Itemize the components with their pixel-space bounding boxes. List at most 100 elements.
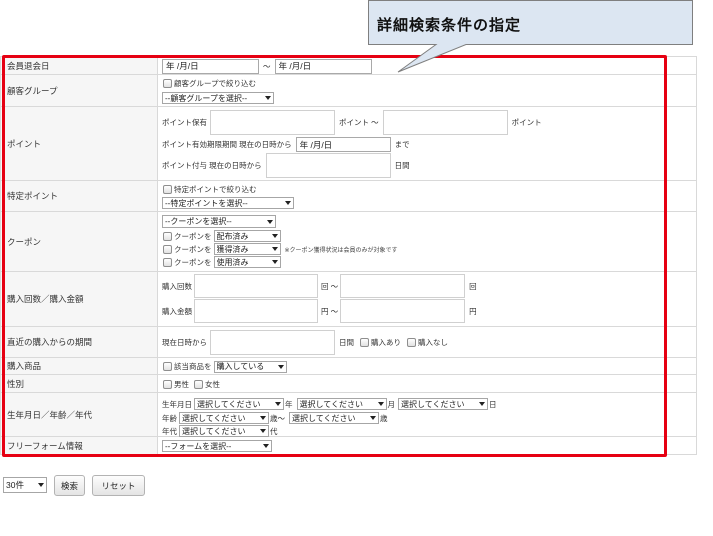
day-unit: 日 [489,399,497,409]
value-purchased-product: 該当商品を 購入している [158,358,696,374]
select-value: 使用済み [216,257,249,267]
chevron-down-icon [263,444,269,448]
points-grant-suffix: 日間 [394,161,410,170]
product-checkbox[interactable] [163,362,172,371]
points-expiry-date-input[interactable] [295,137,391,152]
recent-purchase-suffix: 日間 [339,338,354,347]
birth-day-select[interactable]: 選択してください [398,398,488,410]
select-value: 選択してください [292,413,356,423]
select-value: 購入している [216,362,265,371]
callout-title: 詳細検索条件の指定 [377,17,522,34]
row-purchase-count-amount: 購入回数／購入金額 購入回数 回 ～ 回 購入金額 円 ～ 円 [1,272,696,327]
era-select[interactable]: 選択してください [179,425,269,437]
coupon-acquired-checkbox[interactable] [163,244,172,254]
select-value: --クーポンを選択-- [165,217,232,226]
era-label: 年代 [162,426,177,436]
value-birth-age-era: 生年月日 選択してください 年 選択してください 月 選択してください 日 年齢… [158,393,696,437]
row-withdrawal-date: 会員退会日 ～ [1,57,696,75]
range-separator: ～ [263,61,271,71]
coupon-used-checkbox[interactable] [163,257,172,267]
select-value: 選択してください [182,413,246,423]
coupon-status-select[interactable]: 使用済み [213,256,281,268]
select-value: --顧客グループを選択-- [165,93,248,103]
recent-purchase-days-input[interactable] [210,330,335,355]
purchase-count-range-text: 回 ～ [321,281,339,291]
birth-year-select[interactable]: 選択してください [194,398,284,410]
customer-group-checkbox[interactable] [163,79,172,88]
value-recent-purchase: 現在日時から 日間 購入あり 購入なし [158,327,696,357]
search-button[interactable]: 検索 [54,475,85,496]
specific-point-select[interactable]: --特定ポイントを選択-- [162,197,294,209]
product-purchase-select[interactable]: 購入している [213,360,287,373]
per-page-select[interactable]: 30件 [3,477,47,493]
chevron-down-icon [260,416,266,420]
specific-point-checkbox[interactable] [163,185,172,194]
has-purchase-checkbox[interactable] [360,338,369,347]
points-held-label: ポイント保有 [162,118,207,127]
coupon-status-select[interactable]: 配布済み [213,230,281,242]
label-birth-age-era: 生年月日／年齢／年代 [1,393,158,436]
points-expiry-label: ポイント有効期限期間 現在の日時から [162,140,292,149]
row-points: ポイント ポイント保有 ポイント ～ ポイント ポイント有効期限期間 現在の日時… [1,107,696,181]
coupon-distributed-checkbox[interactable] [163,231,172,241]
row-specific-point: 特定ポイント 特定ポイントで絞り込む --特定ポイントを選択-- [1,181,696,212]
chevron-down-icon [271,234,278,238]
purchase-amount-label: 購入金額 [162,306,192,316]
purchase-count-max-input[interactable] [340,274,466,298]
value-withdrawal-date: ～ [158,57,696,74]
chevron-down-icon [38,483,44,487]
female-label: 女性 [205,379,220,389]
label-withdrawal-date: 会員退会日 [1,57,158,74]
birth-month-select[interactable]: 選択してください [296,398,387,410]
points-held-max-input[interactable] [382,110,508,135]
female-checkbox[interactable] [194,379,203,389]
withdrawal-date-to-input[interactable] [274,58,372,74]
free-form-select[interactable]: --フォームを選択-- [162,440,272,452]
value-free-form: --フォームを選択-- [158,437,696,454]
row-birth-age-era: 生年月日／年齢／年代 生年月日 選択してください 年 選択してください 月 選択… [1,393,696,437]
select-value: --特定ポイントを選択-- [165,198,248,208]
select-value: --フォームを選択-- [165,441,232,451]
withdrawal-date-from-input[interactable] [162,58,259,74]
purchase-count-label: 購入回数 [162,281,192,291]
chevron-down-icon [377,402,384,406]
select-value: 選択してください [182,426,246,436]
reset-button[interactable]: リセット [92,475,145,496]
birthday-label: 生年月日 [162,399,192,409]
age-unit: 歳 [380,413,388,423]
age-from-select[interactable]: 選択してください [179,412,269,424]
year-unit: 年 [285,399,293,409]
value-coupon: --クーポンを選択-- クーポンを 配布済み クーポンを 獲得済み ※クーポン獲… [158,212,696,271]
chevron-down-icon [267,219,273,224]
no-purchase-checkbox[interactable] [407,338,416,347]
no-purchase-label: 購入なし [418,338,448,347]
points-grant-days-input[interactable] [265,153,391,178]
specific-point-checkbox-label: 特定ポイントで絞り込む [174,185,257,194]
row-recent-purchase: 直近の購入からの期間 現在日時から 日間 購入あり 購入なし [1,327,696,358]
row-purchased-product: 購入商品 該当商品を 購入している [1,358,696,375]
purchase-count-min-input[interactable] [194,274,318,298]
purchase-amount-range-text: 円 ～ [321,306,339,316]
value-purchase-count-amount: 購入回数 回 ～ 回 購入金額 円 ～ 円 [158,272,696,326]
purchase-amount-min-input[interactable] [194,299,318,323]
coupon-select[interactable]: --クーポンを選択-- [162,215,276,228]
coupon-status-select[interactable]: 獲得済み [213,243,281,255]
purchase-amount-unit: 円 [469,306,477,316]
male-checkbox[interactable] [163,379,172,389]
purchase-amount-max-input[interactable] [340,299,466,323]
value-points: ポイント保有 ポイント ～ ポイント ポイント有効期限期間 現在の日時から まで… [158,107,696,180]
select-value: 獲得済み [216,244,249,254]
select-value: 選択してください [299,399,364,409]
has-purchase-label: 購入あり [371,338,401,347]
label-recent-purchase: 直近の購入からの期間 [1,327,158,357]
purchase-count-unit: 回 [469,281,477,291]
points-held-min-input[interactable] [210,110,335,135]
chevron-down-icon [265,96,271,100]
row-gender: 性別 男性 女性 [1,375,696,393]
age-range-text: 歳～ [270,413,285,423]
male-label: 男性 [174,379,189,389]
row-coupon: クーポン --クーポンを選択-- クーポンを 配布済み クーポンを 獲得済み ※… [1,212,696,272]
age-to-select[interactable]: 選択してください [289,412,379,424]
customer-group-select[interactable]: --顧客グループを選択-- [162,92,274,104]
month-unit: 月 [387,399,396,409]
